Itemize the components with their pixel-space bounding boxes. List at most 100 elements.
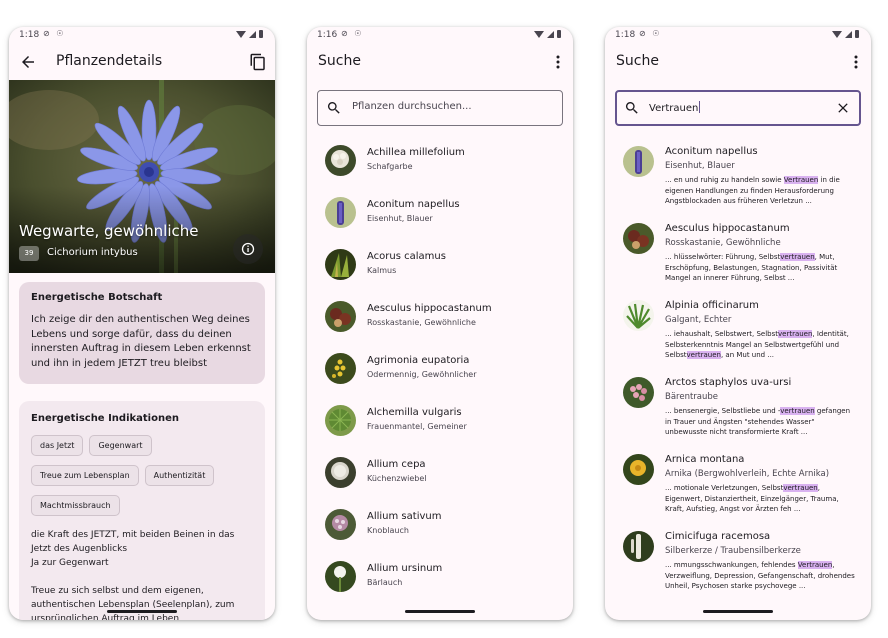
- search-input[interactable]: Vertrauen: [615, 90, 861, 126]
- result-snippet: ... hlüsselwörter: Führung, Selbstvertra…: [665, 253, 838, 282]
- plant-common-name: Kalmus: [367, 266, 397, 275]
- plant-common-name: Wegwarte, gewöhnliche: [19, 222, 199, 240]
- plant-number-badge: 39: [19, 246, 39, 261]
- close-icon[interactable]: [835, 100, 851, 116]
- plant-latin-name: Aconitum napellus: [665, 146, 758, 157]
- indication-chips: das Jetzt Gegenwart Treue zum Lebensplan…: [31, 435, 231, 516]
- result-item[interactable]: Aesculus hippocastanum Rosskastanie, Gew…: [605, 221, 871, 298]
- more-vert-icon[interactable]: [551, 54, 565, 70]
- plant-common-name: Schafgarbe: [367, 162, 413, 171]
- chip[interactable]: Treue zum Lebensplan: [31, 465, 139, 486]
- top-app-bar: Pflanzendetails: [9, 47, 275, 77]
- plant-latin-name: Arnica montana: [665, 454, 745, 465]
- status-system-icons: [236, 30, 263, 38]
- plant-thumbnail: [325, 301, 356, 332]
- list-item[interactable]: Allium ursinum Bärlauch: [307, 560, 573, 612]
- plant-latin-name: Cimicifuga racemosa: [665, 531, 771, 542]
- status-notification-icons: ⊘ ☉: [341, 29, 364, 38]
- list-item[interactable]: Acorus calamus Kalmus: [307, 248, 573, 300]
- plant-latin-name: Cichorium intybus: [47, 247, 138, 258]
- status-system-icons: [832, 30, 859, 38]
- result-snippet: ... bensenergie, Selbstliebe und -vertra…: [665, 407, 851, 436]
- top-app-bar: Suche: [605, 47, 871, 77]
- status-bar: 1:16 ⊘ ☉: [307, 27, 573, 45]
- plant-common-name: Bärlauch: [367, 578, 403, 587]
- message-title: Energetische Botschaft: [31, 292, 163, 303]
- plant-latin-name: Alchemilla vulgaris: [367, 407, 462, 418]
- wifi-icon: [534, 30, 544, 38]
- status-time: 1:18: [19, 30, 40, 40]
- status-system-icons: [534, 30, 561, 38]
- result-item[interactable]: Arnica montana Arnika (Bergwohlverleih, …: [605, 452, 871, 529]
- plant-detail-screen: 1:18 ⊘ ☉ Pflanzendetails Wegwarte, gewöh…: [9, 27, 275, 620]
- gesture-nav-bar: [405, 610, 475, 613]
- battery-icon: [855, 30, 859, 38]
- signal-icon: [845, 30, 852, 38]
- battery-icon: [557, 30, 561, 38]
- status-bar: 1:18 ⊘ ☉: [9, 27, 275, 45]
- result-item[interactable]: Alpinia officinarum Galgant, Echter ... …: [605, 298, 871, 375]
- more-vert-icon[interactable]: [849, 54, 863, 70]
- search-icon: [327, 102, 340, 114]
- result-item[interactable]: Cimicifuga racemosa Silberkerze / Traube…: [605, 529, 871, 606]
- plant-latin-name: Arctos staphylos uva-ursi: [665, 377, 792, 388]
- status-time: 1:16: [317, 30, 338, 40]
- list-item[interactable]: Allium cepa Küchenzwiebel: [307, 456, 573, 508]
- match-highlight: vertrauen: [780, 407, 815, 415]
- back-arrow-icon[interactable]: [19, 53, 37, 71]
- list-item[interactable]: Allium sativum Knoblauch: [307, 508, 573, 560]
- result-item[interactable]: Aconitum napellus Eisenhut, Blauer ... e…: [605, 144, 871, 221]
- chip[interactable]: Gegenwart: [89, 435, 152, 456]
- match-highlight: vertrauen: [686, 351, 721, 359]
- plant-thumbnail: [325, 197, 356, 228]
- info-button[interactable]: [233, 234, 263, 264]
- list-item[interactable]: Aesculus hippocastanum Rosskastanie, Gew…: [307, 300, 573, 352]
- indication-paragraph: Treue zu sich selbst und dem eigenen, au…: [31, 586, 235, 620]
- list-item[interactable]: Alchemilla vulgaris Frauenmantel, Gemein…: [307, 404, 573, 456]
- plant-latin-name: Aesculus hippocastanum: [665, 223, 790, 234]
- search-icon: [625, 102, 638, 114]
- plant-thumbnail: [325, 457, 356, 488]
- plant-thumbnail: [325, 249, 356, 280]
- plant-thumbnail: [623, 531, 654, 562]
- plant-common-name: Küchenzwiebel: [367, 474, 427, 483]
- page-title: Suche: [616, 53, 659, 69]
- match-highlight: vertrauen: [783, 484, 818, 492]
- chip[interactable]: das Jetzt: [31, 435, 84, 456]
- plant-thumbnail: [623, 300, 654, 331]
- indications-text: die Kraft des JETZT, mit beiden Beinen i…: [31, 528, 253, 620]
- chip[interactable]: Machtmissbrauch: [31, 495, 120, 516]
- result-item[interactable]: Arctos staphylos uva-ursi Bärentraube ..…: [605, 375, 871, 452]
- status-notification-icons: ⊘ ☉: [43, 29, 66, 38]
- plant-common-name: Arnika (Bergwohlverleih, Echte Arnika): [665, 469, 830, 479]
- result-snippet: ... iehaushalt, Selbstwert, Selbstvertra…: [665, 330, 849, 359]
- battery-icon: [259, 30, 263, 38]
- plant-latin-name: Alpinia officinarum: [665, 300, 759, 311]
- plant-thumbnail: [623, 146, 654, 177]
- copy-icon[interactable]: [249, 53, 267, 71]
- plant-latin-name: Aconitum napellus: [367, 199, 460, 210]
- plant-latin-name: Allium sativum: [367, 511, 442, 522]
- plant-common-name: Rosskastanie, Gewöhnliche: [665, 238, 781, 248]
- plant-latin-name: Achillea millefolium: [367, 147, 465, 158]
- match-highlight: vertrauen: [778, 330, 813, 338]
- page-title: Suche: [318, 53, 361, 69]
- status-notification-icons: ⊘ ☉: [639, 29, 662, 38]
- list-item[interactable]: Agrimonia eupatoria Odermennig, Gewöhnli…: [307, 352, 573, 404]
- result-list: Aconitum napellus Eisenhut, Blauer ... e…: [605, 144, 871, 606]
- signal-icon: [547, 30, 554, 38]
- chip[interactable]: Authentizität: [144, 465, 215, 486]
- status-bar: 1:18 ⊘ ☉: [605, 27, 871, 45]
- search-input[interactable]: Pflanzen durchsuchen...: [317, 90, 563, 126]
- plant-common-name: Galgant, Echter: [665, 315, 732, 325]
- message-text: Ich zeige dir den authentischen Weg dein…: [31, 314, 251, 369]
- list-item[interactable]: Aconitum napellus Eisenhut, Blauer: [307, 196, 573, 248]
- plant-latin-name: Allium cepa: [367, 459, 426, 470]
- plant-common-name: Bärentraube: [665, 392, 719, 402]
- result-snippet: ... motionale Verletzungen, Selbstvertra…: [665, 484, 839, 513]
- list-item[interactable]: Achillea millefolium Schafgarbe: [307, 144, 573, 196]
- energetic-indications-card: Energetische Indikationen das Jetzt Gege…: [19, 401, 265, 620]
- plant-common-name: Frauenmantel, Gemeiner: [367, 422, 467, 431]
- plant-thumbnail: [325, 145, 356, 176]
- indication-paragraph: Ja zur Gegenwart: [31, 558, 109, 568]
